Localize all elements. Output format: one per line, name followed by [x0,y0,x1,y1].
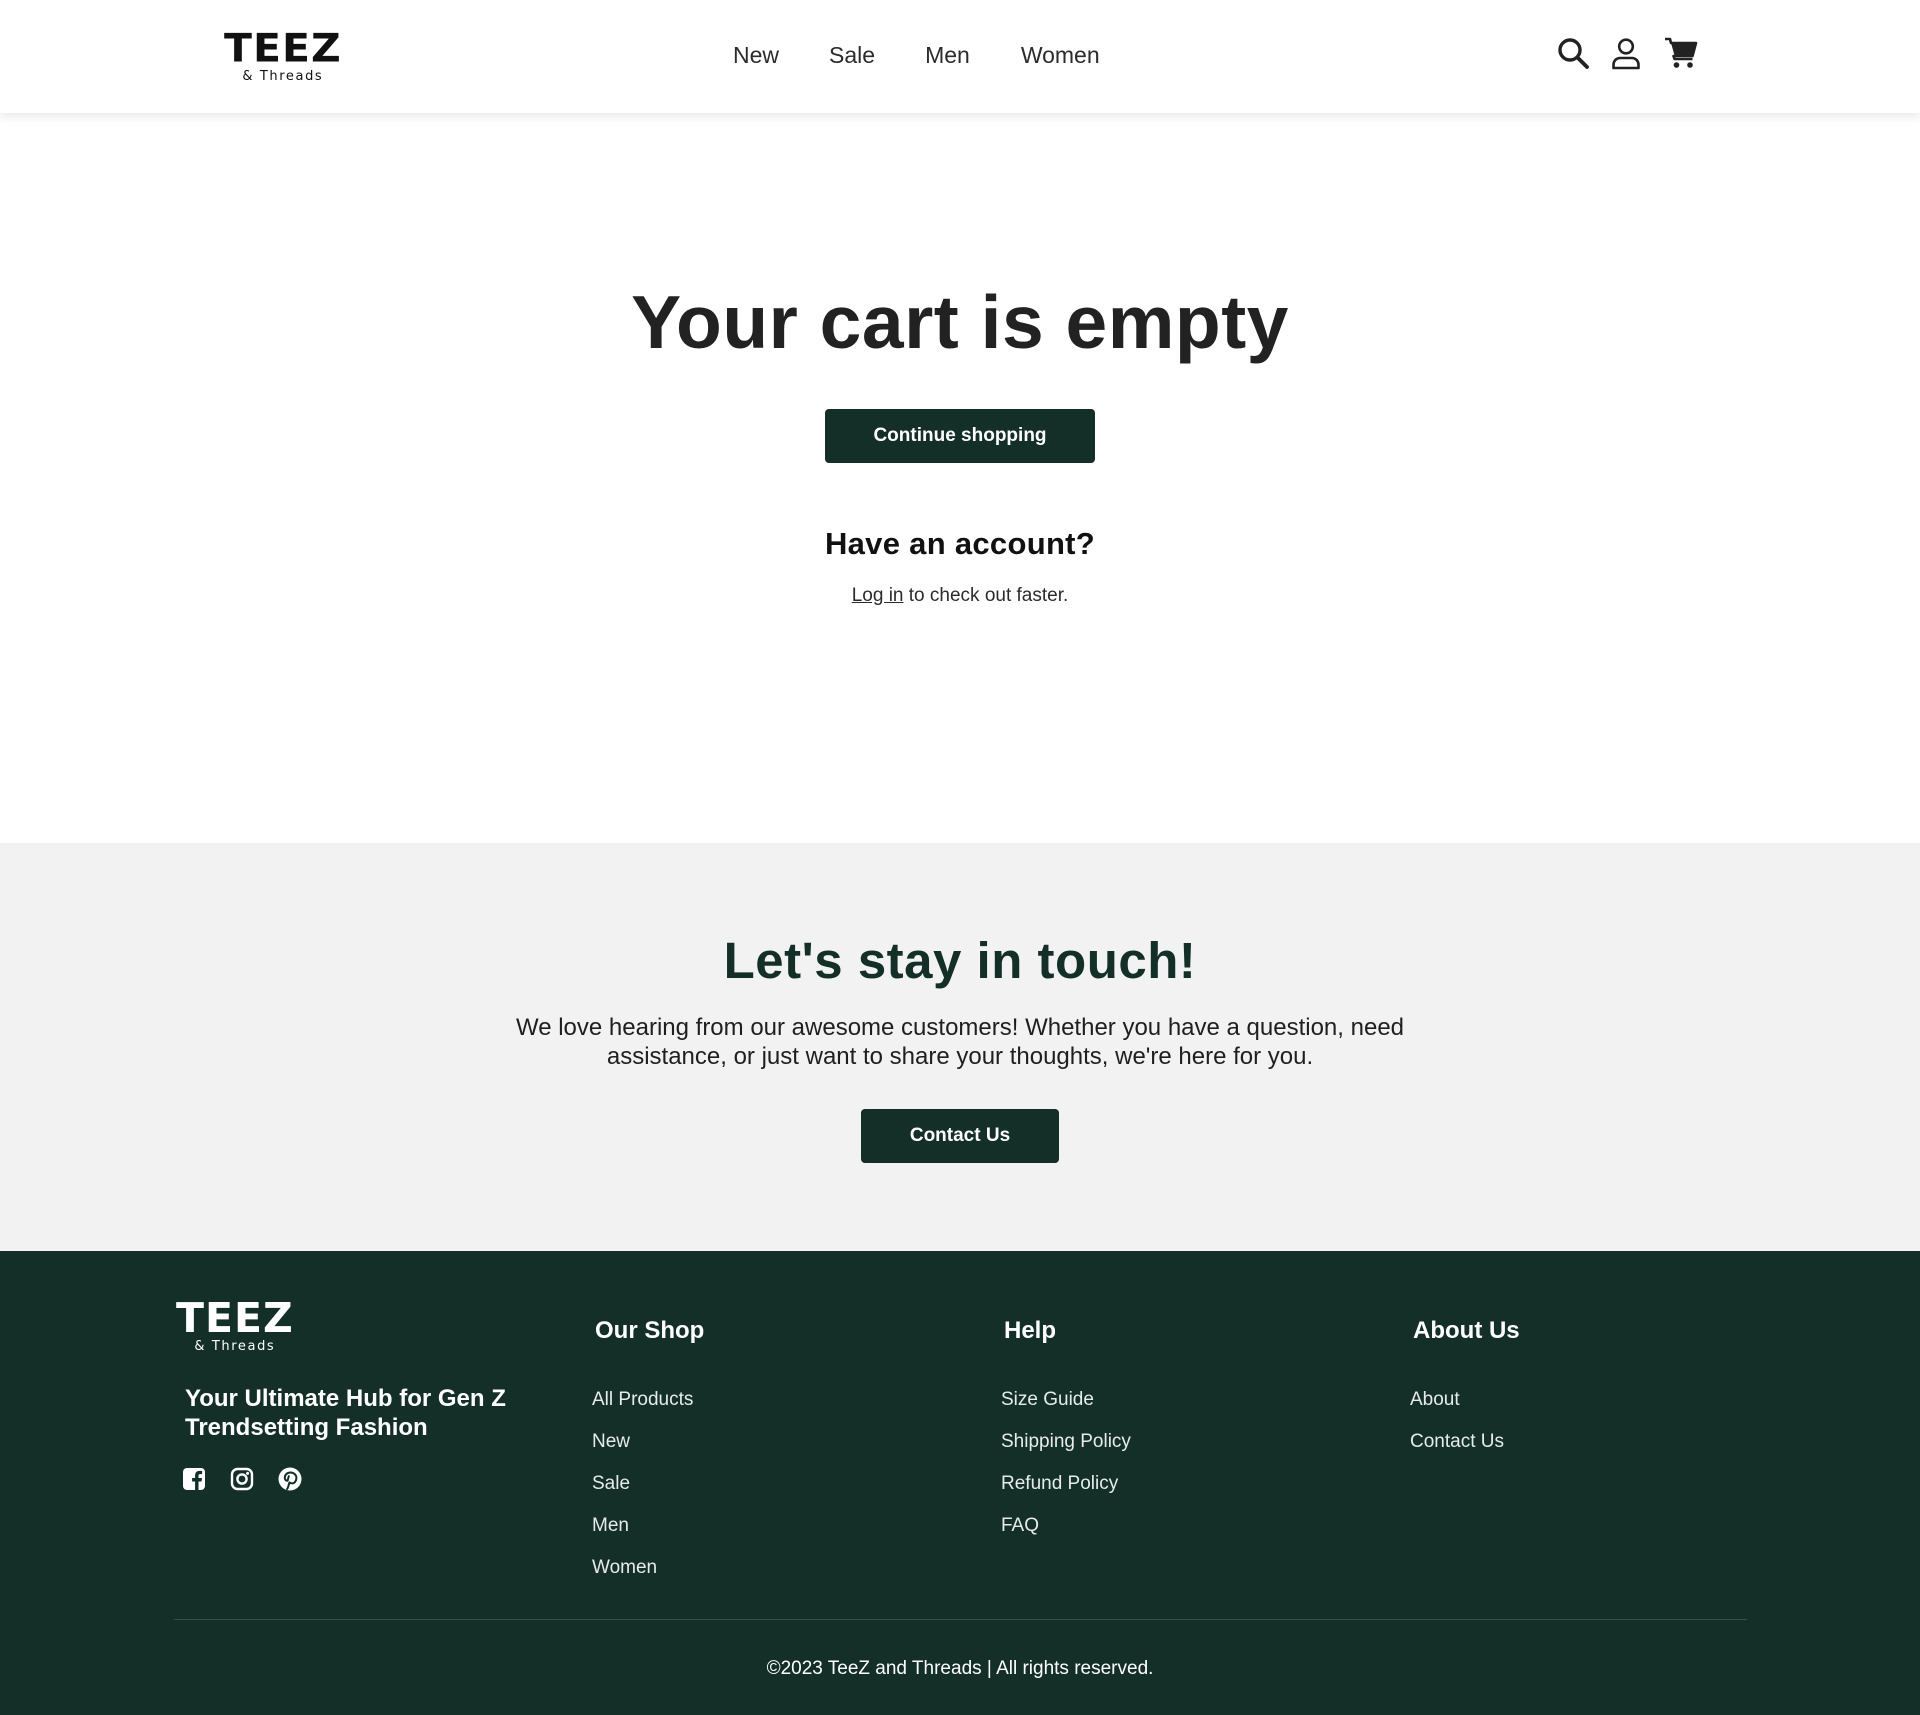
footer-link[interactable]: Shipping Policy [1001,1431,1131,1452]
footer-link-about: About [1410,1379,1504,1421]
header-actions [1556,36,1698,70]
account-heading: Have an account? [824,526,1096,561]
footer-logo-subtitle: & Threads [194,1339,276,1354]
login-prompt: Log in to check out faster. [0,585,1920,607]
stay-in-touch-section: Let's stay in touch! We love hearing fro… [0,843,1920,1251]
footer-link-refund-policy: Refund Policy [1001,1463,1131,1505]
footer-link-contact-us: Contact Us [1410,1421,1504,1463]
footer-logo-brand: TEEZ [176,1294,294,1342]
contact-us-button[interactable]: Contact Us [861,1109,1059,1163]
touch-title: Let's stay in touch! [723,932,1197,989]
footer-link[interactable]: FAQ [1001,1515,1039,1536]
cart-empty-title: Your cart is empty [631,280,1289,364]
nav-women[interactable]: Women [1021,40,1100,70]
footer-link[interactable]: Contact Us [1410,1431,1504,1452]
footer-col-title: Our Shop [595,1317,705,1344]
nav-new[interactable]: New [733,40,779,70]
facebook-icon[interactable] [181,1466,207,1492]
footer-link[interactable]: Sale [592,1473,630,1494]
copyright-text: ©2023 TeeZ and Threads | All rights rese… [766,1658,1154,1679]
footer-link[interactable]: All Products [592,1389,693,1410]
logo-brand: TEEZ [224,25,342,71]
footer-link[interactable]: Men [592,1515,629,1536]
footer-link[interactable]: New [592,1431,630,1452]
footer-link-men: Men [592,1505,693,1547]
footer-link-faq: FAQ [1001,1505,1131,1547]
footer-link[interactable]: Women [592,1557,657,1578]
header-logo[interactable]: TEEZ & Threads [224,28,342,83]
footer-link-women: Women [592,1547,693,1589]
logo-subtitle: & Threads [242,69,324,84]
pinterest-icon[interactable] [277,1466,303,1492]
login-prompt-text: to check out faster. [903,585,1069,606]
main-nav: New Sale Men Women [733,40,1100,70]
nav-sale[interactable]: Sale [829,40,875,70]
search-icon[interactable] [1556,36,1590,70]
site-footer: TEEZ & Threads Your Ultimate Hub for Gen… [0,1251,1920,1715]
touch-text: We love hearing from our awesome custome… [515,1014,1405,1070]
cart-icon[interactable] [1664,36,1698,70]
footer-logo[interactable]: TEEZ & Threads [176,1294,294,1354]
footer-link-shipping-policy: Shipping Policy [1001,1421,1131,1463]
site-header: TEEZ & Threads New Sale Men Women [0,0,1920,113]
footer-divider [174,1619,1747,1620]
footer-col-title: Help [1004,1317,1057,1344]
cart-main: Your cart is empty Continue shopping Hav… [0,113,1920,843]
account-icon[interactable] [1609,36,1643,70]
social-links [181,1466,325,1492]
footer-link[interactable]: About [1410,1389,1460,1410]
instagram-icon[interactable] [229,1466,255,1492]
continue-shopping-button[interactable]: Continue shopping [825,409,1095,463]
footer-link[interactable]: Refund Policy [1001,1473,1118,1494]
footer-col-title: About Us [1413,1317,1520,1344]
footer-link-sale: Sale [592,1463,693,1505]
footer-link-all-products: All Products [592,1379,693,1421]
login-link[interactable]: Log in [852,585,904,606]
nav-men[interactable]: Men [925,40,970,70]
footer-tagline: Your Ultimate Hub for Gen Z Trendsetting… [185,1385,506,1441]
footer-link-size-guide: Size Guide [1001,1379,1131,1421]
footer-link[interactable]: Size Guide [1001,1389,1094,1410]
footer-link-new: New [592,1421,693,1463]
